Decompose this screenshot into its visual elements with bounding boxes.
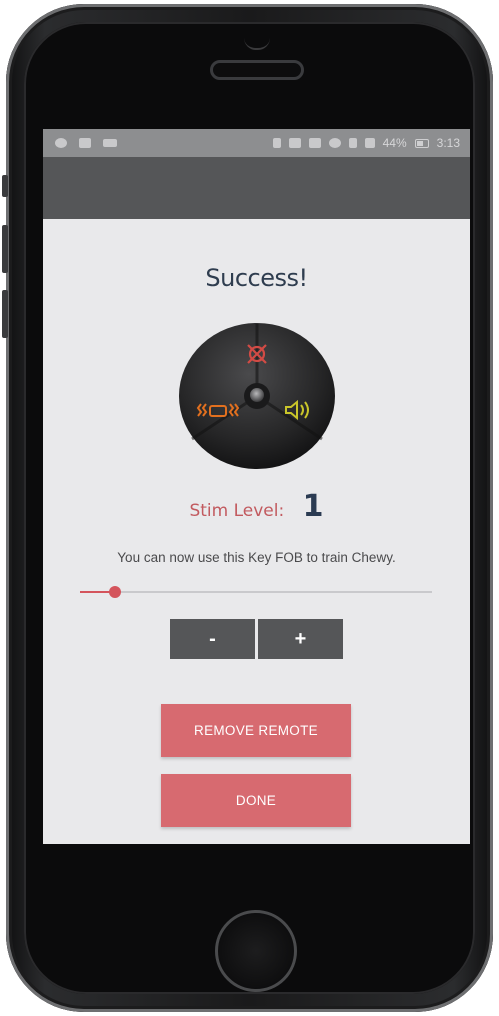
- signal-icon: [364, 138, 375, 148]
- stim-x-icon: [247, 344, 267, 364]
- decrease-button[interactable]: -: [170, 619, 255, 659]
- battery-percent: 44%: [382, 136, 407, 150]
- alarm-icon: [328, 138, 341, 148]
- increase-button[interactable]: +: [258, 619, 343, 659]
- status-time: 3:13: [436, 136, 460, 150]
- home-button[interactable]: [215, 910, 297, 992]
- cloud-icon: [103, 139, 117, 147]
- messenger-icon: [55, 138, 67, 148]
- bluetooth-icon: [272, 138, 281, 148]
- page-title: Success!: [205, 264, 308, 292]
- wifi-icon: [348, 138, 357, 148]
- battery-icon: [414, 138, 429, 148]
- stim-level-value: 1: [302, 489, 324, 524]
- volume-down-button: [2, 290, 8, 338]
- app-bar: [43, 157, 470, 219]
- nfc-icon: [288, 138, 301, 148]
- stim-level-slider[interactable]: [80, 584, 432, 600]
- slider-track: [80, 591, 432, 593]
- stim-level-row: Stim Level: 1: [43, 489, 470, 524]
- volume-up-button: [2, 225, 8, 273]
- stim-stepper: - +: [170, 619, 343, 659]
- image-notification-icon: [79, 138, 91, 148]
- done-button[interactable]: DONE: [161, 774, 351, 827]
- key-fob-image: [178, 321, 336, 471]
- info-text: You can now use this Key FOB to train Ch…: [117, 550, 396, 565]
- stim-level-label: Stim Level:: [189, 501, 285, 521]
- mute-switch: [2, 175, 8, 197]
- status-bar: 44% 3:13: [43, 129, 470, 157]
- earpiece-speaker: [210, 60, 304, 80]
- phone-screen: 44% 3:13 Success! Stim Level: 1 You can …: [43, 129, 470, 844]
- slider-thumb[interactable]: [109, 586, 122, 598]
- remove-remote-button[interactable]: REMOVE REMOTE: [161, 704, 351, 757]
- vibrate-mode-icon: [308, 138, 321, 148]
